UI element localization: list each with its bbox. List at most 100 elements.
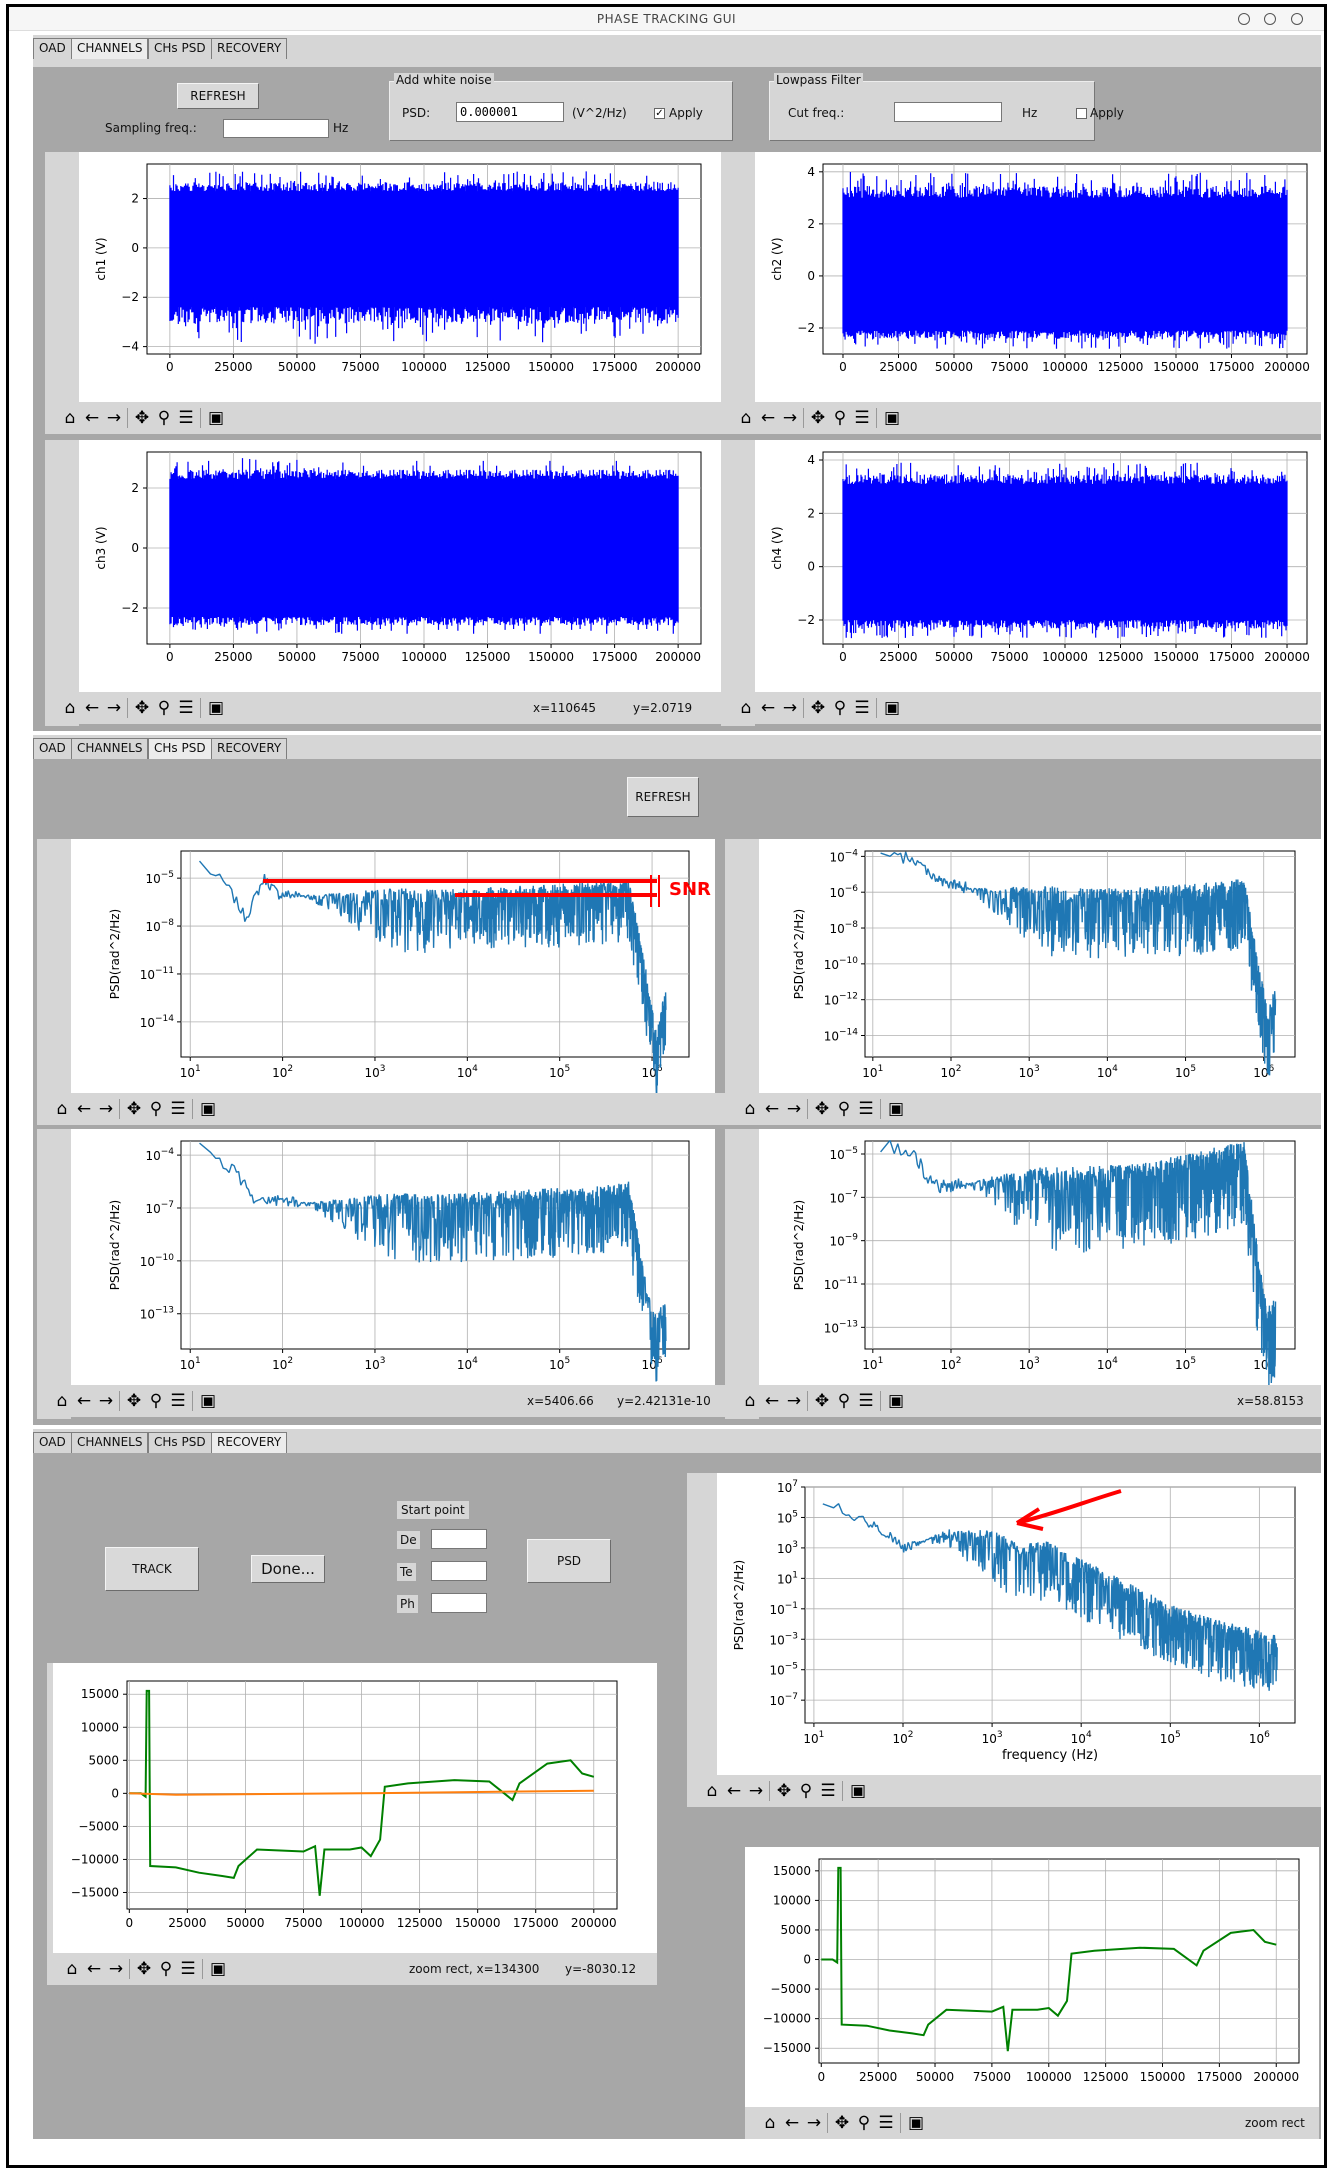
tab-channels[interactable]: CHANNELS xyxy=(71,1432,149,1453)
pan-icon[interactable]: ✥ xyxy=(131,697,153,719)
zoom-icon[interactable]: ⚲ xyxy=(833,1390,855,1412)
window-control-icon[interactable] xyxy=(1264,13,1276,25)
psd3-plot[interactable]: 101 102 103 104 105 106 10−4 10−7 10−10 10−13 PSD(… xyxy=(71,1129,715,1385)
noise-apply-checkbox[interactable]: ✓ xyxy=(654,108,665,119)
pan-icon[interactable]: ✥ xyxy=(811,1390,833,1412)
done-button[interactable]: Done... xyxy=(251,1555,325,1583)
configure-subplots-icon[interactable]: ☰ xyxy=(851,407,873,429)
pan-icon[interactable]: ✥ xyxy=(811,1098,833,1120)
home-icon[interactable]: ⌂ xyxy=(59,697,81,719)
configure-subplots-icon[interactable]: ☰ xyxy=(855,1390,877,1412)
save-icon[interactable]: ▣ xyxy=(885,1390,907,1412)
save-icon[interactable]: ▣ xyxy=(881,697,903,719)
zoom-icon[interactable]: ⚲ xyxy=(153,407,175,429)
back-arrow-icon[interactable]: ← xyxy=(81,697,103,719)
tab-channels[interactable]: CHANNELS xyxy=(71,738,149,759)
home-icon[interactable]: ⌂ xyxy=(759,2112,781,2134)
pan-icon[interactable]: ✥ xyxy=(123,1390,145,1412)
pan-icon[interactable]: ✥ xyxy=(831,2112,853,2134)
home-icon[interactable]: ⌂ xyxy=(51,1390,73,1412)
psd2-plot[interactable]: 101 102 103 104 105 106 10−4 10−6 10−8 10−10 10−12… xyxy=(759,839,1321,1093)
sampling-freq-input[interactable] xyxy=(223,119,329,138)
de-input[interactable] xyxy=(431,1529,487,1549)
ph-input[interactable] xyxy=(431,1593,487,1613)
tab-load[interactable]: OAD xyxy=(33,1432,72,1453)
zoom-icon[interactable]: ⚲ xyxy=(145,1390,167,1412)
recovery-psd-plot[interactable]: 101 102 103 104 105 106 107 105 103 101 10−1 10−3 10… xyxy=(717,1473,1321,1775)
save-icon[interactable]: ▣ xyxy=(885,1098,907,1120)
psd1-plot[interactable]: 101 102 103 104 105 106 10−5 10−8 10−11 10−14 PSD(… xyxy=(71,839,715,1093)
refresh-button[interactable]: REFRESH xyxy=(177,83,259,109)
zoom-icon[interactable]: ⚲ xyxy=(795,1780,817,1802)
te-input[interactable] xyxy=(431,1561,487,1581)
configure-subplots-icon[interactable]: ☰ xyxy=(851,697,873,719)
pan-icon[interactable]: ✥ xyxy=(807,697,829,719)
forward-arrow-icon[interactable]: → xyxy=(783,1390,805,1412)
zoom-icon[interactable]: ⚲ xyxy=(833,1098,855,1120)
tab-recovery[interactable]: RECOVERY xyxy=(211,38,288,59)
home-icon[interactable]: ⌂ xyxy=(701,1780,723,1802)
tab-chs-psd[interactable]: CHs PSD xyxy=(148,1432,212,1453)
tab-chs-psd[interactable]: CHs PSD xyxy=(148,38,212,59)
back-arrow-icon[interactable]: ← xyxy=(757,697,779,719)
save-icon[interactable]: ▣ xyxy=(197,1098,219,1120)
configure-subplots-icon[interactable]: ☰ xyxy=(817,1780,839,1802)
track-button[interactable]: TRACK xyxy=(105,1547,199,1591)
psd4-plot[interactable]: 101 102 103 104 105 106 10−5 10−7 10−9 10−11 10−13… xyxy=(759,1129,1321,1385)
pan-icon[interactable]: ✥ xyxy=(807,407,829,429)
forward-arrow-icon[interactable]: → xyxy=(803,2112,825,2134)
pan-icon[interactable]: ✥ xyxy=(123,1098,145,1120)
configure-subplots-icon[interactable]: ☰ xyxy=(875,2112,897,2134)
zoom-icon[interactable]: ⚲ xyxy=(145,1098,167,1120)
save-icon[interactable]: ▣ xyxy=(905,2112,927,2134)
home-icon[interactable]: ⌂ xyxy=(739,1390,761,1412)
zoom-icon[interactable]: ⚲ xyxy=(829,407,851,429)
configure-subplots-icon[interactable]: ☰ xyxy=(167,1098,189,1120)
forward-arrow-icon[interactable]: → xyxy=(745,1780,767,1802)
save-icon[interactable]: ▣ xyxy=(881,407,903,429)
back-arrow-icon[interactable]: ← xyxy=(81,407,103,429)
home-icon[interactable]: ⌂ xyxy=(735,697,757,719)
window-control-icon[interactable] xyxy=(1291,13,1303,25)
tab-load[interactable]: OAD xyxy=(33,38,72,59)
save-icon[interactable]: ▣ xyxy=(205,697,227,719)
back-arrow-icon[interactable]: ← xyxy=(781,2112,803,2134)
cut-freq-input[interactable] xyxy=(894,102,1002,122)
back-arrow-icon[interactable]: ← xyxy=(73,1098,95,1120)
forward-arrow-icon[interactable]: → xyxy=(779,407,801,429)
psd-refresh-button[interactable]: REFRESH xyxy=(627,777,699,817)
home-icon[interactable]: ⌂ xyxy=(51,1098,73,1120)
save-icon[interactable]: ▣ xyxy=(205,407,227,429)
back-arrow-icon[interactable]: ← xyxy=(73,1390,95,1412)
zoom-icon[interactable]: ⚲ xyxy=(853,2112,875,2134)
back-arrow-icon[interactable]: ← xyxy=(761,1390,783,1412)
track-zoom-plot[interactable]: 0 25000 50000 75000 100000 125000 150000 175000… xyxy=(745,1847,1319,2107)
forward-arrow-icon[interactable]: → xyxy=(105,1958,127,1980)
home-icon[interactable]: ⌂ xyxy=(735,407,757,429)
forward-arrow-icon[interactable]: → xyxy=(783,1098,805,1120)
tab-load[interactable]: OAD xyxy=(33,738,72,759)
forward-arrow-icon[interactable]: → xyxy=(779,697,801,719)
home-icon[interactable]: ⌂ xyxy=(61,1958,83,1980)
save-icon[interactable]: ▣ xyxy=(207,1958,229,1980)
pan-icon[interactable]: ✥ xyxy=(131,407,153,429)
tab-chs-psd[interactable]: CHs PSD xyxy=(148,738,212,759)
forward-arrow-icon[interactable]: → xyxy=(95,1098,117,1120)
tab-recovery[interactable]: RECOVERY xyxy=(211,738,288,759)
pan-icon[interactable]: ✥ xyxy=(773,1780,795,1802)
configure-subplots-icon[interactable]: ☰ xyxy=(167,1390,189,1412)
forward-arrow-icon[interactable]: → xyxy=(95,1390,117,1412)
track-phase-plot[interactable]: 0 25000 50000 75000 100000 125000 150000 175000… xyxy=(53,1663,657,1953)
configure-subplots-icon[interactable]: ☰ xyxy=(175,697,197,719)
psd-button[interactable]: PSD xyxy=(527,1539,611,1583)
tab-recovery[interactable]: RECOVERY xyxy=(211,1432,288,1453)
back-arrow-icon[interactable]: ← xyxy=(757,407,779,429)
save-icon[interactable]: ▣ xyxy=(197,1390,219,1412)
ch3-plot[interactable]: 0 25000 50000 75000 100000 125000 150000 175000… xyxy=(79,440,721,692)
configure-subplots-icon[interactable]: ☰ xyxy=(175,407,197,429)
home-icon[interactable]: ⌂ xyxy=(739,1098,761,1120)
ch1-plot[interactable]: 0 25000 50000 75000 100000 125000 150000 175000… xyxy=(79,152,721,402)
forward-arrow-icon[interactable]: → xyxy=(103,407,125,429)
back-arrow-icon[interactable]: ← xyxy=(761,1098,783,1120)
ch2-plot[interactable]: 0 25000 50000 75000 100000 125000 150000 175000… xyxy=(755,152,1321,402)
